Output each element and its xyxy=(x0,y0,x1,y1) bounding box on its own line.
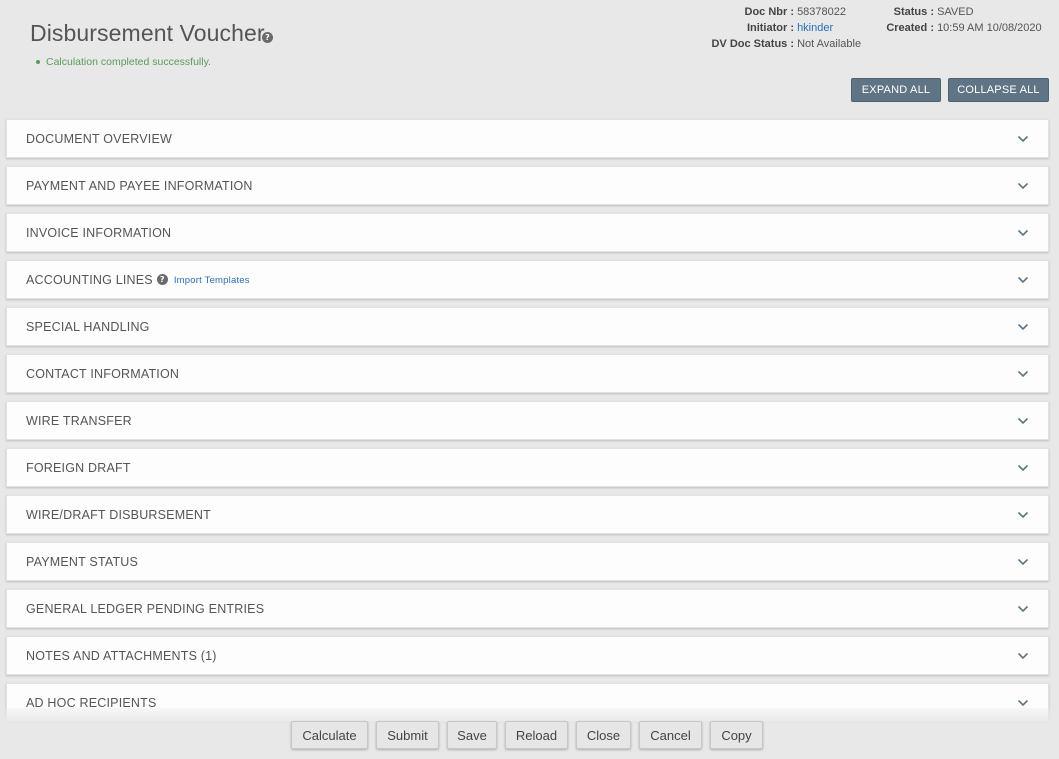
import-templates-link[interactable]: Import Templates xyxy=(174,275,250,286)
initiator-link[interactable]: hkinder xyxy=(797,22,833,34)
section-wire-transfer[interactable]: WIRE TRANSFER xyxy=(6,401,1049,440)
status-label: Status : xyxy=(893,6,934,18)
document-header: Disbursement Voucher ? Calculation compl… xyxy=(0,0,1059,112)
chevron-down-icon[interactable] xyxy=(1017,556,1029,568)
created-value: 10:59 AM 10/08/2020 xyxy=(937,22,1042,34)
doc-nbr-label: Doc Nbr : xyxy=(744,6,795,18)
collapse-all-button[interactable]: COLLAPSE ALL xyxy=(948,78,1049,102)
chevron-down-icon[interactable] xyxy=(1017,274,1029,286)
chevron-down-icon[interactable] xyxy=(1017,133,1029,145)
dv-status-value: Not Available xyxy=(797,38,862,50)
initiator-row: Initiator : hkinder xyxy=(700,20,861,36)
section-label: NOTES AND ATTACHMENTS (1) xyxy=(26,649,217,663)
section-label: GENERAL LEDGER PENDING ENTRIES xyxy=(26,602,265,616)
page-title: Disbursement Voucher xyxy=(30,20,265,46)
chevron-down-icon[interactable] xyxy=(1017,462,1029,474)
created-label: Created : xyxy=(886,22,934,34)
chevron-down-icon[interactable] xyxy=(1017,650,1029,662)
section-label: ACCOUNTING LINES xyxy=(26,273,153,287)
section-label: PAYMENT AND PAYEE INFORMATION xyxy=(26,179,253,193)
section-label: INVOICE INFORMATION xyxy=(26,226,172,240)
status-value: SAVED xyxy=(937,6,974,18)
dv-status-row: DV Doc Status : Not Available xyxy=(700,36,861,52)
status-row: Status : SAVED xyxy=(872,4,1042,20)
section-notes-attachments[interactable]: NOTES AND ATTACHMENTS (1) xyxy=(6,636,1049,675)
save-button[interactable]: Save xyxy=(447,721,497,749)
section-document-overview[interactable]: DOCUMENT OVERVIEW xyxy=(6,119,1049,158)
section-foreign-draft[interactable]: FOREIGN DRAFT xyxy=(6,448,1049,487)
section-label: DOCUMENT OVERVIEW xyxy=(26,132,173,146)
section-contact-information[interactable]: CONTACT INFORMATION xyxy=(6,354,1049,393)
section-payment-status[interactable]: PAYMENT STATUS xyxy=(6,542,1049,581)
created-row: Created : 10:59 AM 10/08/2020 xyxy=(872,20,1042,36)
dv-status-label: DV Doc Status : xyxy=(711,38,794,50)
help-icon[interactable]: ? xyxy=(262,32,273,43)
chevron-down-icon[interactable] xyxy=(1017,180,1029,192)
section-label: FOREIGN DRAFT xyxy=(26,461,131,475)
chevron-down-icon[interactable] xyxy=(1017,603,1029,615)
reload-button[interactable]: Reload xyxy=(505,721,568,749)
section-payment-payee[interactable]: PAYMENT AND PAYEE INFORMATION xyxy=(6,166,1049,205)
chevron-down-icon[interactable] xyxy=(1017,368,1029,380)
action-bar: Calculate Submit Save Reload Close Cance… xyxy=(0,721,1059,749)
calculate-button[interactable]: Calculate xyxy=(291,721,368,749)
cancel-button[interactable]: Cancel xyxy=(639,721,702,749)
chevron-down-icon[interactable] xyxy=(1017,227,1029,239)
bullet-icon xyxy=(36,60,40,65)
section-wire-draft-disbursement[interactable]: WIRE/DRAFT DISBURSEMENT xyxy=(6,495,1049,534)
section-label: WIRE/DRAFT DISBURSEMENT xyxy=(26,508,211,522)
chevron-down-icon[interactable] xyxy=(1017,321,1029,333)
section-label: PAYMENT STATUS xyxy=(26,555,139,569)
chevron-down-icon[interactable] xyxy=(1017,415,1029,427)
expand-all-button[interactable]: EXPAND ALL xyxy=(851,78,941,102)
section-accounting-lines[interactable]: ACCOUNTING LINES? Import Templates xyxy=(6,260,1049,299)
success-message-text: Calculation completed successfully. xyxy=(46,56,211,68)
section-gl-pending-entries[interactable]: GENERAL LEDGER PENDING ENTRIES xyxy=(6,589,1049,628)
doc-nbr-value: 58378022 xyxy=(797,6,847,18)
close-button[interactable]: Close xyxy=(576,721,631,749)
initiator-label: Initiator : xyxy=(746,22,794,34)
doc-nbr-row: Doc Nbr : 58378022 xyxy=(700,4,861,20)
help-icon[interactable]: ? xyxy=(156,274,168,286)
submit-button[interactable]: Submit xyxy=(376,721,439,749)
copy-button[interactable]: Copy xyxy=(710,721,763,749)
section-invoice-information[interactable]: INVOICE INFORMATION xyxy=(6,213,1049,252)
document-meta-left: Doc Nbr : 58378022 Initiator : hkinder D… xyxy=(700,4,861,52)
document-meta-right: Status : SAVED Created : 10:59 AM 10/08/… xyxy=(872,4,1042,36)
chevron-down-icon[interactable] xyxy=(1017,509,1029,521)
section-label: CONTACT INFORMATION xyxy=(26,367,180,381)
section-label-row: ACCOUNTING LINES? Import Templates xyxy=(26,273,250,287)
success-message: Calculation completed successfully. xyxy=(36,56,211,68)
document-sections: DOCUMENT OVERVIEW PAYMENT AND PAYEE INFO… xyxy=(6,119,1049,730)
section-label: WIRE TRANSFER xyxy=(26,414,132,428)
section-label: SPECIAL HANDLING xyxy=(26,320,150,334)
section-special-handling[interactable]: SPECIAL HANDLING xyxy=(6,307,1049,346)
